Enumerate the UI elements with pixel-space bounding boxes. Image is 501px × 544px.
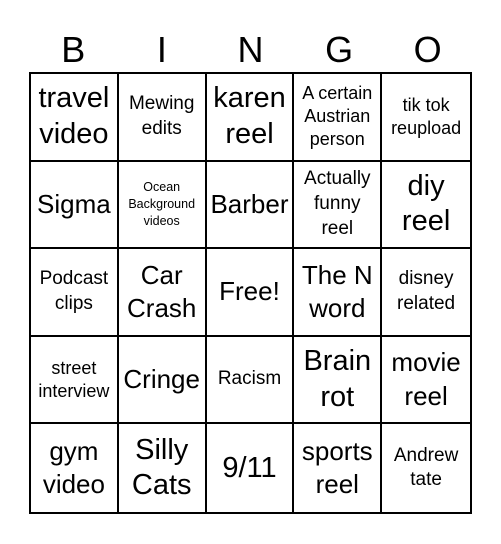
bingo-cell-label: sports reel xyxy=(301,435,373,500)
bingo-cell-label: street interview xyxy=(38,357,110,401)
bingo-cell[interactable]: Silly Cats xyxy=(119,424,207,512)
bingo-cell-label: Actually funny reel xyxy=(304,168,371,239)
bingo-cell-label: Ocean Background videos xyxy=(128,180,196,228)
bingo-cell[interactable]: Actually funny reel xyxy=(294,161,383,250)
bingo-cell[interactable]: Cringe xyxy=(118,336,207,425)
bingo-cell[interactable]: diy reel xyxy=(382,162,470,250)
bingo-cell-label: disney related xyxy=(397,268,456,314)
bingo-cell[interactable]: street interview xyxy=(31,336,119,425)
bingo-cell[interactable]: disney related xyxy=(382,249,470,337)
bingo-cell-label: Free! xyxy=(219,276,280,307)
header-letter-b: B xyxy=(61,29,86,70)
bingo-cell-label: Brain rot xyxy=(303,345,372,413)
header-letter-n: N xyxy=(237,29,264,70)
bingo-cell-label: Barber xyxy=(210,188,289,219)
bingo-cell-label: tik tok reupload xyxy=(391,94,462,138)
bingo-cell[interactable]: 9/11 xyxy=(207,424,295,512)
bingo-cell[interactable]: Andrew tate xyxy=(382,424,470,512)
bingo-cell[interactable]: Mewing edits xyxy=(118,74,207,162)
bingo-cell[interactable]: sports reel xyxy=(294,424,383,512)
bingo-cell-label: 9/11 xyxy=(222,451,277,484)
bingo-cell-label: Silly Cats xyxy=(131,433,192,502)
bingo-cell[interactable]: Ocean Background videos xyxy=(118,161,207,250)
bingo-cell[interactable]: Brain rot xyxy=(294,336,383,425)
bingo-cell[interactable]: gym video xyxy=(31,424,119,512)
bingo-cell[interactable]: Sigma xyxy=(31,161,119,250)
bingo-cell-label: travel video xyxy=(38,82,110,150)
bingo-cell-label: Sigma xyxy=(37,188,111,219)
bingo-cell-label: Podcast clips xyxy=(39,268,109,314)
bingo-cell[interactable]: Racism xyxy=(206,336,295,425)
bingo-cell-label: Car Crash xyxy=(127,259,197,323)
bingo-grid: travel video Mewing edits karen reel A cert… xyxy=(29,72,472,514)
bingo-cell[interactable]: karen reel xyxy=(206,74,295,162)
bingo-cell-label: The N word xyxy=(301,259,373,323)
header-letter-o: O xyxy=(413,29,442,70)
bingo-cell-label: Mewing edits xyxy=(128,93,195,139)
bingo-cell[interactable]: Barber xyxy=(206,161,295,250)
bingo-cell-label: Andrew tate xyxy=(393,444,459,491)
free-space-cell[interactable]: Free! xyxy=(206,249,295,337)
bingo-cell-label: movie reel xyxy=(391,347,461,411)
bingo-cell[interactable]: tik tok reupload xyxy=(382,74,470,162)
bingo-cell[interactable]: A certain Austrian person xyxy=(294,74,383,162)
bingo-header: B I N G O xyxy=(29,30,472,70)
bingo-cell-label: Cringe xyxy=(123,363,200,394)
bingo-cell-label: diy reel xyxy=(401,170,451,238)
bingo-cell-label: A certain Austrian person xyxy=(302,83,373,150)
bingo-cell[interactable]: travel video xyxy=(31,74,119,162)
bingo-cell[interactable]: The N word xyxy=(294,249,383,337)
header-letter-i: I xyxy=(156,29,167,70)
bingo-cell[interactable]: movie reel xyxy=(382,337,470,425)
bingo-cell-label: karen reel xyxy=(213,82,286,150)
bingo-cell[interactable]: Car Crash xyxy=(118,249,207,337)
bingo-cell[interactable]: Podcast clips xyxy=(31,249,119,337)
header-letter-g: G xyxy=(325,29,354,70)
bingo-cell-label: Racism xyxy=(217,368,282,390)
bingo-cell-label: gym video xyxy=(42,435,105,500)
